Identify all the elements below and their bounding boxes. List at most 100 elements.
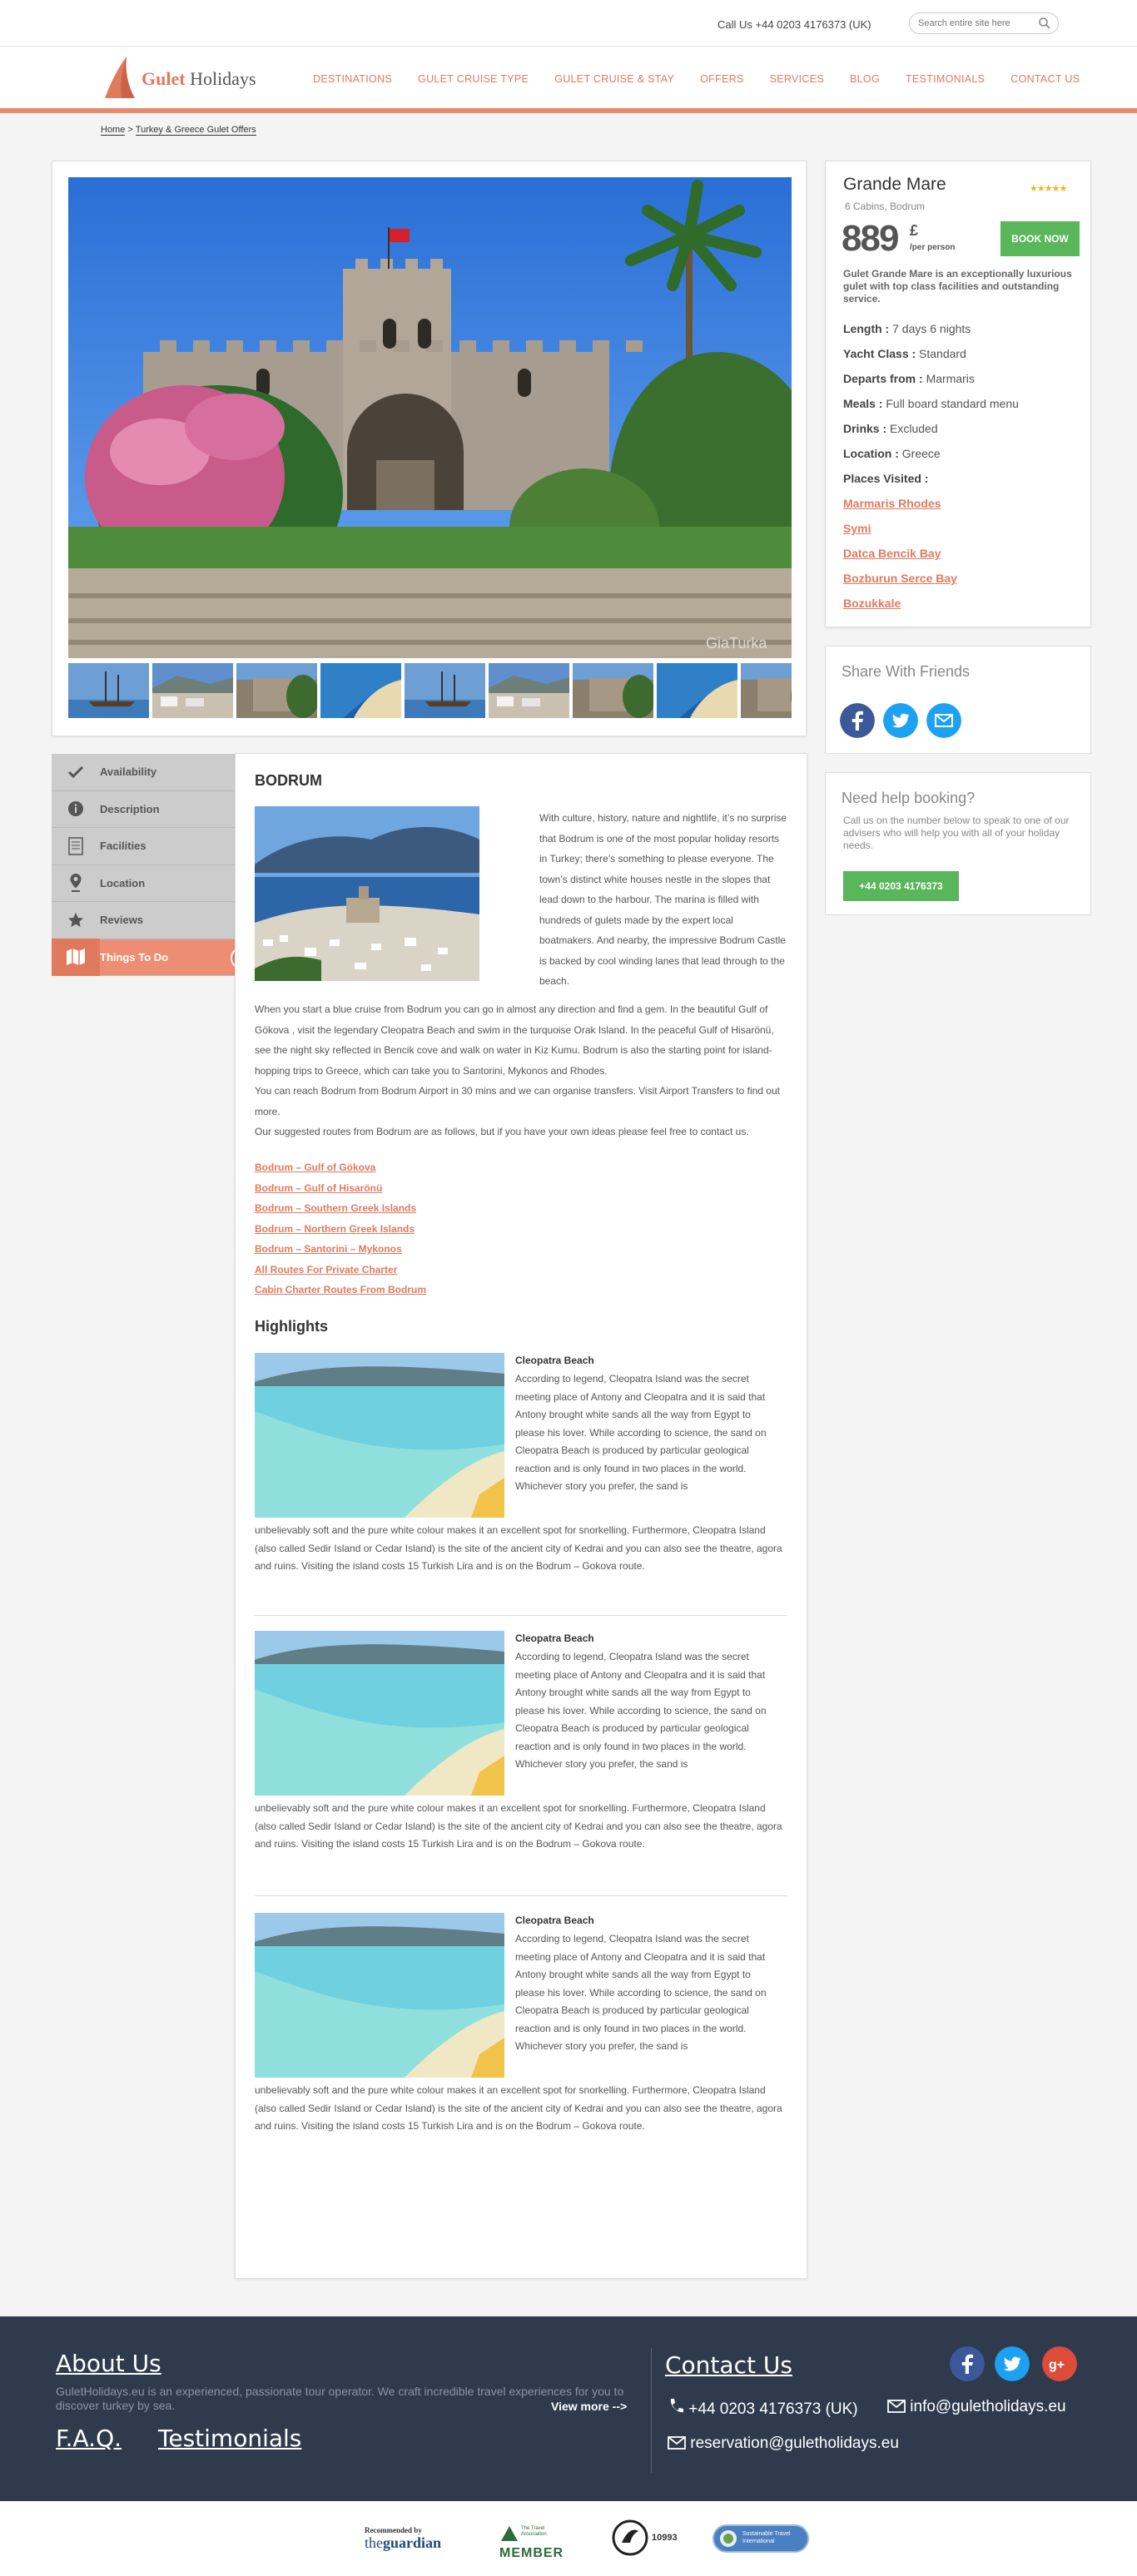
tab-reviews[interactable]: Reviews — [52, 902, 236, 939]
tab-description[interactable]: Description — [52, 790, 236, 828]
content-title: BODRUM — [255, 772, 322, 789]
highlight-text: According to legend, Cleopatra Island wa… — [515, 1373, 767, 1492]
tab-label: Description — [100, 802, 160, 815]
contact-us-link[interactable]: Contact Us — [665, 2351, 792, 2379]
thumbnail[interactable] — [152, 663, 233, 718]
nav-gulet-cruise-type[interactable]: GULET CRUISE TYPE — [418, 73, 529, 85]
facebook-icon[interactable] — [950, 2346, 985, 2381]
faq-link[interactable]: F.A.Q. — [56, 2425, 122, 2452]
twitter-icon[interactable] — [995, 2346, 1030, 2381]
footer-email2-text: reservation@guletholidays.eu — [690, 2435, 899, 2452]
document-icon — [68, 837, 83, 855]
place-link[interactable]: Datca Bencik Bay — [843, 547, 941, 560]
testimonials-link[interactable]: Testimonials — [158, 2425, 301, 2452]
email-share-icon[interactable] — [926, 703, 961, 738]
share-card: Share With Friends — [825, 646, 1091, 754]
main-nav: DESTINATIONS GULET CRUISE TYPE GULET CRU… — [313, 73, 1105, 85]
spec-length: Length : 7 days 6 nights — [843, 322, 971, 335]
route-link[interactable]: Bodrum – Gulf of Gökova — [255, 1162, 375, 1173]
route-link[interactable]: Bodrum – Northern Greek Islands — [255, 1223, 415, 1235]
thumbnail[interactable] — [68, 663, 149, 718]
nav-offers[interactable]: OFFERS — [700, 73, 744, 85]
nav-gulet-cruise-stay[interactable]: GULET CRUISE & STAY — [554, 73, 674, 85]
rating-stars: ★★★★★ — [1030, 184, 1067, 194]
tab-things-to-do[interactable]: Things To Do › — [52, 939, 253, 976]
phone-icon — [670, 2399, 683, 2413]
sail-icon — [105, 57, 135, 98]
breadcrumb-separator: > — [127, 125, 133, 135]
nav-blog[interactable]: BLOG — [850, 73, 880, 85]
spec-location: Location : Greece — [843, 447, 941, 460]
breadcrumb-current[interactable]: Turkey & Greece Gulet Offers — [135, 125, 256, 136]
book-now-button[interactable]: BOOK NOW — [1000, 221, 1080, 256]
call-phone-button[interactable]: +44 0203 4176373 — [843, 871, 959, 901]
detail-tabs: Availability Description Facilities Loca… — [52, 754, 253, 976]
footer-reservation-email[interactable]: reservation@guletholidays.eu — [668, 2435, 899, 2453]
route-link[interactable]: Bodrum – Santorini – Mykonos — [255, 1243, 402, 1255]
map-icon — [67, 949, 85, 966]
spec-places-visited: Places Visited : — [843, 472, 929, 485]
tab-location[interactable]: Location — [52, 864, 236, 902]
footer-phone[interactable]: +44 0203 4176373 (UK) — [668, 2398, 858, 2419]
thumbnail[interactable] — [489, 663, 569, 718]
thumbnail[interactable] — [573, 663, 653, 718]
spec-drinks: Drinks : Excluded — [843, 422, 938, 435]
help-card: Need help booking? Call us on the number… — [825, 772, 1091, 915]
place-link[interactable]: Symi — [843, 522, 871, 535]
view-more-link[interactable]: View more --> — [551, 2400, 627, 2413]
beach-photo — [255, 1913, 504, 2078]
search-icon[interactable] — [1038, 17, 1051, 30]
place-link[interactable]: Bozburun Serce Bay — [843, 572, 957, 585]
spec-yacht-class: Yacht Class : Standard — [843, 347, 966, 360]
price-value: 889 — [842, 218, 899, 259]
thumbnail-strip — [68, 663, 792, 720]
breadcrumb-home[interactable]: Home — [101, 125, 126, 136]
place-link[interactable]: Marmaris Rhodes — [843, 497, 941, 510]
twitter-icon[interactable] — [883, 703, 918, 738]
nav-destinations[interactable]: DESTINATIONS — [313, 73, 392, 85]
thumbnail[interactable] — [405, 663, 485, 718]
sustainable-travel-logo: Sustainable Travel International — [712, 2524, 809, 2553]
highlight-text-more: unbelievably soft and the pure white col… — [255, 1802, 782, 1850]
place-link[interactable]: Bozukkale — [843, 597, 901, 610]
thumbnail[interactable] — [320, 663, 401, 718]
tab-label: Things To Do — [100, 950, 169, 964]
facebook-icon[interactable] — [840, 703, 875, 738]
help-text: Call us on the number below to speak to … — [843, 815, 1070, 851]
content-paragraph: When you start a blue cruise from Bodrum… — [255, 1003, 774, 1077]
tab-label: Facilities — [100, 840, 146, 853]
tab-facilities[interactable]: Facilities — [52, 828, 236, 865]
tab-availability[interactable]: Availability — [52, 754, 236, 791]
route-link[interactable]: Cabin Charter Routes From Bodrum — [255, 1284, 426, 1295]
thumbnail[interactable] — [657, 663, 737, 718]
photo-watermark: GiaTurka — [706, 635, 767, 651]
route-link[interactable]: Bodrum – Southern Greek Islands — [255, 1202, 416, 1214]
route-link[interactable]: All Routes For Private Charter — [255, 1264, 397, 1276]
divider — [255, 1615, 787, 1616]
about-us-link[interactable]: About Us — [56, 2350, 161, 2377]
footer-email[interactable]: info@guletholidays.eu — [887, 2398, 1066, 2416]
footer-email-text: info@guletholidays.eu — [910, 2398, 1066, 2415]
logo-brand-secondary: Holidays — [185, 68, 256, 89]
partner-logos: Recommended by theguardian The Travel As… — [0, 2501, 1137, 2576]
thumbnail[interactable] — [741, 663, 792, 718]
nav-services[interactable]: SERVICES — [770, 73, 824, 85]
route-link[interactable]: Bodrum – Gulf of Hisarönü — [255, 1182, 382, 1194]
main-photo-castle[interactable]: GiaTurka — [68, 177, 792, 658]
content-paragraph: You can reach Bodrum from Bodrum Airport… — [255, 1085, 780, 1117]
footer-divider — [651, 2348, 652, 2473]
nav-contact-us[interactable]: CONTACT US — [1010, 73, 1080, 85]
google-plus-icon[interactable]: g+ — [1042, 2346, 1077, 2381]
gallery-card: GiaTurka — [52, 161, 807, 736]
search-input[interactable] — [909, 12, 1059, 34]
thumbnail[interactable] — [236, 663, 317, 718]
tab-label: Reviews — [100, 914, 144, 927]
travel-association-member-logo: The Travel Association MEMBER — [499, 2526, 564, 2560]
price-per-person: /per person — [910, 243, 956, 252]
highlight-title: Cleopatra Beach — [515, 1915, 594, 1926]
info-icon — [68, 801, 83, 817]
nav-testimonials[interactable]: TESTIMONIALS — [906, 73, 985, 85]
site-logo[interactable]: Gulet Holidays — [102, 53, 310, 100]
site-header: Gulet Holidays DESTINATIONS GULET CRUISE… — [0, 47, 1137, 113]
divider — [255, 1895, 787, 1896]
